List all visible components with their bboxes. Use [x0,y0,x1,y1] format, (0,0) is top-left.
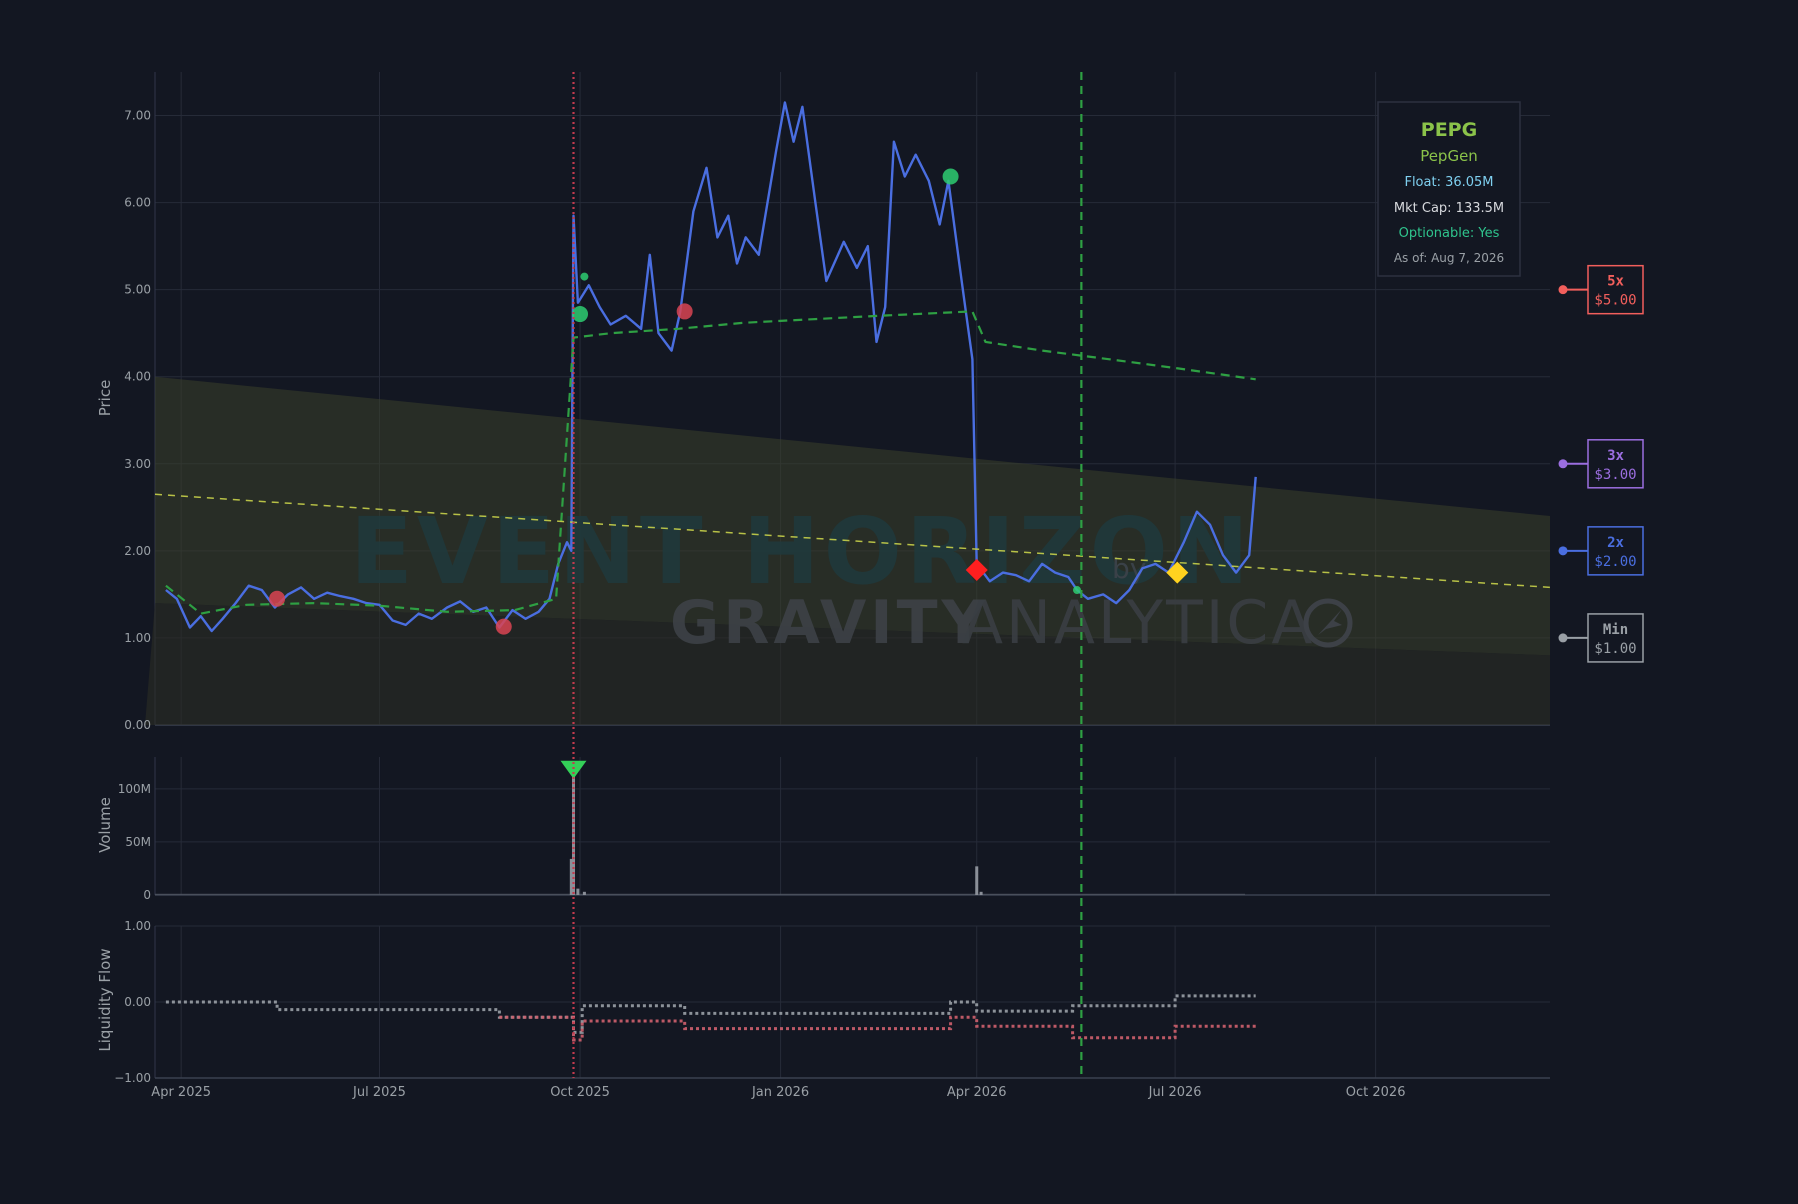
target-label: 5x [1607,274,1624,290]
info-box: PEPG PepGen Float: 36.05M Mkt Cap: 133.5… [1377,101,1521,277]
y-tick-label: 100M [118,782,151,796]
info-mkt-cap: Mkt Cap: 133.5M [1394,201,1504,216]
target-label: 3x [1607,448,1624,464]
target-label: Min [1603,622,1628,638]
target-label: 2x [1607,535,1624,551]
y-tick-label: −1.00 [114,1071,151,1085]
volume-bar [979,891,983,895]
volume-bar [975,866,979,895]
liquidity-y-label: Liquidity Flow [96,948,114,1051]
info-optionable: Optionable: Yes [1399,226,1500,241]
watermark-brand-light: ANALYTICA [962,588,1315,658]
x-tick-label: Apr 2026 [947,1085,1007,1100]
target-price: $3.00 [1594,467,1636,483]
info-float: Float: 36.05M [1404,175,1493,190]
volume-bar [576,888,580,895]
y-tick-label: 50M [125,835,151,849]
marker-circle [580,272,589,281]
x-tick-label: Jul 2026 [1148,1085,1202,1100]
chart-canvas: EVENT HORIZON by GRAVITY ANALYTICA 0.001… [0,0,1798,1204]
target-price: $5.00 [1594,293,1636,309]
x-tick-label: Oct 2025 [550,1085,610,1100]
marker-circle [942,168,959,185]
y-tick-label: 5.00 [124,283,151,297]
y-tick-label: 1.00 [124,631,151,645]
info-company: PepGen [1420,147,1478,165]
target-price: $1.00 [1594,641,1636,657]
y-tick-label: 0 [143,888,151,902]
x-tick-label: Apr 2025 [151,1085,211,1100]
x-tick-label: Jan 2026 [751,1085,809,1100]
y-tick-label: 0.00 [124,995,151,1009]
x-tick-label: Jul 2025 [352,1085,406,1100]
y-tick-label: 2.00 [124,544,151,558]
volume-baseline-bars [155,893,1245,895]
watermark-brand-bold: GRAVITY [670,588,989,658]
marker-circle [269,590,286,607]
marker-circle [676,303,693,320]
volume-bar [582,891,586,895]
y-tick-label: 0.00 [124,718,151,732]
marker-circle [495,618,512,635]
x-tick-label: Oct 2026 [1346,1085,1406,1100]
volume-y-label: Volume [96,797,114,853]
y-tick-label: 3.00 [124,457,151,471]
info-ticker: PEPG [1421,119,1477,141]
y-tick-label: 6.00 [124,196,151,210]
target-price: $2.00 [1594,554,1636,570]
info-as-of: As of: Aug 7, 2026 [1394,251,1504,265]
y-tick-label: 4.00 [124,370,151,384]
price-y-label: Price [96,380,114,417]
y-tick-label: 1.00 [124,919,151,933]
marker-circle [1073,586,1082,595]
y-tick-label: 7.00 [124,109,151,123]
